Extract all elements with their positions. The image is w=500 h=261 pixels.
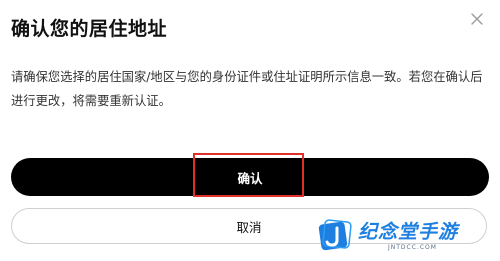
confirm-address-dialog: 确认您的居住地址 请确保您选择的居住国家/地区与您的身份证件或住址证明所示信息一…: [0, 0, 500, 261]
close-button[interactable]: [466, 8, 488, 30]
close-icon: [471, 13, 483, 25]
dialog-title: 确认您的居住地址: [11, 18, 168, 40]
confirm-button-label: 确认: [237, 170, 263, 186]
dialog-message: 请确保您选择的居住国家/地区与您的身份证件或住址证明所示信息一致。若您在确认后进…: [11, 70, 483, 108]
confirm-button[interactable]: 确认: [11, 158, 489, 196]
cancel-button-label: 取消: [236, 219, 262, 235]
cancel-button[interactable]: 取消: [11, 208, 487, 244]
